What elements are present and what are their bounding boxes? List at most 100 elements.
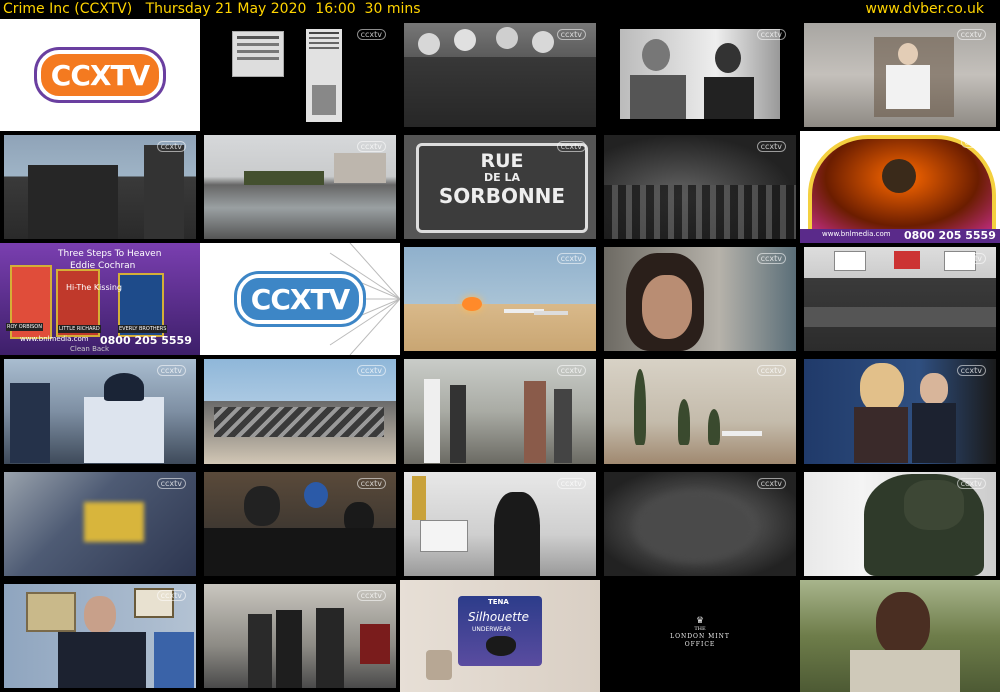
thumbnail-cell[interactable]: RUE DE LA SORBONNE ccxtv: [400, 131, 600, 243]
artist-name-3: EVERLY BROTHERS: [118, 325, 168, 334]
city-reflecting-pool-frame: ccxtv: [204, 135, 396, 240]
channel-bug: ccxtv: [556, 477, 586, 489]
thumbnail-cell[interactable]: ccxtv: [600, 355, 800, 467]
blurry-dark-motion-frame: ccxtv: [604, 471, 796, 576]
channel-bug: ccxtv: [356, 29, 386, 40]
jukebox-advert-frame: www.bnlmedia.com 0800 205 5559 ccxtv: [800, 131, 1000, 244]
artist-name-1: ROY ORBISON: [6, 323, 43, 332]
channel-bug: ccxtv: [756, 477, 786, 489]
clipping-photo: [312, 85, 336, 115]
thumbnail-cell[interactable]: ccxtv: [800, 243, 1000, 355]
couple-photo: [620, 29, 780, 119]
channel-bug: ccxtv: [556, 365, 586, 377]
police-officers-frame: ccxtv: [4, 359, 196, 464]
site-link[interactable]: www.dvber.co.uk: [865, 0, 984, 19]
thumbnail-cell[interactable]: ccxtv: [600, 468, 800, 580]
ccxtv-logo-orange-frame: CCXTV: [0, 19, 200, 132]
mint-line-1: THE: [694, 625, 706, 632]
crowd-bw-frame: ccxtv: [604, 135, 796, 240]
street-pedestrians-frame: ccxtv: [204, 583, 396, 688]
press-conference-frame: ccxtv: [804, 247, 996, 352]
tena-brand: TENA: [488, 597, 509, 606]
plane-wreckage-frame: ccxtv: [204, 359, 396, 464]
thumbnail-cell[interactable]: ccxtv: [0, 580, 200, 692]
clipping-2: [306, 29, 342, 122]
thumbnail-cell[interactable]: [800, 579, 1000, 692]
sign-line-1: RUE: [480, 150, 524, 173]
newspaper-clippings-frame: ccxtv: [204, 23, 396, 128]
sign-line-3: SORBONNE: [438, 184, 566, 209]
man-outdoor-portrait-frame: [800, 579, 1000, 692]
tena-pack: TENA Silhouette UNDERWEAR: [458, 595, 542, 666]
thumbnail-cell[interactable]: ccxtv: [400, 19, 600, 131]
thumbnail-cell[interactable]: ccxtv: [200, 131, 400, 243]
mint-line-3: OFFICE: [684, 640, 716, 648]
desert-cypress-trees-frame: ccxtv: [604, 359, 796, 464]
channel-bug: ccxtv: [956, 365, 986, 377]
blurry-police-cap-frame: ccxtv: [4, 471, 196, 576]
ccxtv-logo: CCXTV: [237, 274, 363, 325]
group-photo-bw-frame: ccxtv: [404, 23, 596, 128]
thumbnail-cell[interactable]: ccxtv: [600, 19, 800, 131]
advert-caption-2: Eddie Cochran: [70, 261, 136, 272]
thumbnail-cell[interactable]: ccxtv: [400, 468, 600, 580]
thumbnail-cell[interactable]: CCXTV: [200, 243, 400, 356]
desert-plane-explosion-frame: ccxtv: [404, 247, 596, 352]
soldier-back-frame: ccxtv: [804, 471, 996, 576]
crowd-street-frame: ccxtv: [204, 471, 396, 576]
thumbnail-cell[interactable]: ccxtv: [200, 355, 400, 467]
thumbnail-cell[interactable]: ccxtv: [800, 468, 1000, 580]
advert-phone: 0800 205 5559: [904, 229, 996, 243]
channel-bug: ccxtv: [956, 253, 986, 265]
people-on-tarmac-frame: ccxtv: [404, 359, 596, 464]
thumbnail-cell[interactable]: ccxtv: [200, 19, 400, 131]
advert-web: www.bnlmedia.com: [822, 230, 891, 239]
clipping-1: [232, 31, 284, 77]
channel-bug: ccxtv: [156, 141, 186, 153]
channel-bug: ccxtv: [956, 477, 986, 489]
sign-line-2: DE LA: [484, 171, 520, 185]
channel-bug: ccxtv: [556, 29, 586, 40]
channel-bug: ccxtv: [960, 137, 990, 149]
channel-bug: ccxtv: [956, 29, 986, 40]
channel-bug: ccxtv: [156, 589, 186, 601]
couple-photo-bw-frame: ccxtv: [604, 23, 796, 128]
london-mint-office-frame: ♛ THE LONDON MINT OFFICE: [600, 579, 800, 692]
channel-bug: ccxtv: [556, 141, 586, 153]
channel-bug: ccxtv: [756, 365, 786, 377]
thumbnail-cell[interactable]: ccxtv: [0, 468, 200, 580]
tena-advert-frame: TENA Silhouette UNDERWEAR: [400, 579, 600, 692]
woman-interviewed-frame: ccxtv: [804, 359, 996, 464]
thumbnail-cell[interactable]: ccxtv: [0, 355, 200, 467]
channel-bug: ccxtv: [356, 477, 386, 489]
thumbnail-cell[interactable]: ccxtv: [0, 131, 200, 243]
thumbnail-cell[interactable]: CCXTV: [0, 19, 200, 132]
thumbnail-cell[interactable]: ccxtv: [600, 243, 800, 355]
thumbnail-cell[interactable]: ccxtv: [600, 131, 800, 243]
thumbnail-cell[interactable]: ccxtv: [800, 19, 1000, 131]
thumbnail-cell[interactable]: www.bnlmedia.com 0800 205 5559 ccxtv: [800, 131, 1000, 244]
thumbnail-cell[interactable]: ccxtv: [200, 580, 400, 692]
man-in-suit-interview-frame: ccxtv: [4, 583, 196, 688]
thumbnail-grid: CCXTV ccxtv ccxtv ccxtv ccxtv ccxtv ccxt…: [0, 19, 1000, 692]
thumbnail-cell[interactable]: ccxtv: [200, 468, 400, 580]
thumbnail-cell[interactable]: ccxtv: [400, 243, 600, 355]
mint-line-2: LONDON MINT: [670, 632, 730, 640]
thumbnail-cell[interactable]: ♛ THE LONDON MINT OFFICE: [600, 579, 800, 692]
london-mint-logo: ♛ THE LONDON MINT OFFICE: [600, 616, 800, 649]
tena-product: Silhouette: [468, 609, 530, 624]
mint-crown-icon: ♛: [695, 615, 705, 626]
artist-name-2: LITTLE RICHARD: [58, 325, 101, 334]
thumbnail-cell[interactable]: Three Steps To Heaven Eddie Cochran Hi-T…: [0, 243, 200, 356]
street-scene-frame: ccxtv: [404, 471, 596, 576]
advert-banner: www.bnlmedia.com 0800 205 5559: [800, 229, 1000, 244]
thumbnail-cell[interactable]: ccxtv: [400, 355, 600, 467]
thumbnail-cell[interactable]: TENA Silhouette UNDERWEAR: [400, 579, 600, 692]
channel-bug: ccxtv: [356, 141, 386, 153]
man-in-tshirt-frame: ccxtv: [804, 23, 996, 128]
thumbnail-cell[interactable]: ccxtv: [800, 355, 1000, 467]
advert-web: www.bnlmedia.com: [20, 335, 89, 344]
channel-bug: ccxtv: [356, 365, 386, 377]
channel-bug: ccxtv: [756, 141, 786, 153]
advert-caption-1: Three Steps To Heaven: [58, 249, 162, 260]
